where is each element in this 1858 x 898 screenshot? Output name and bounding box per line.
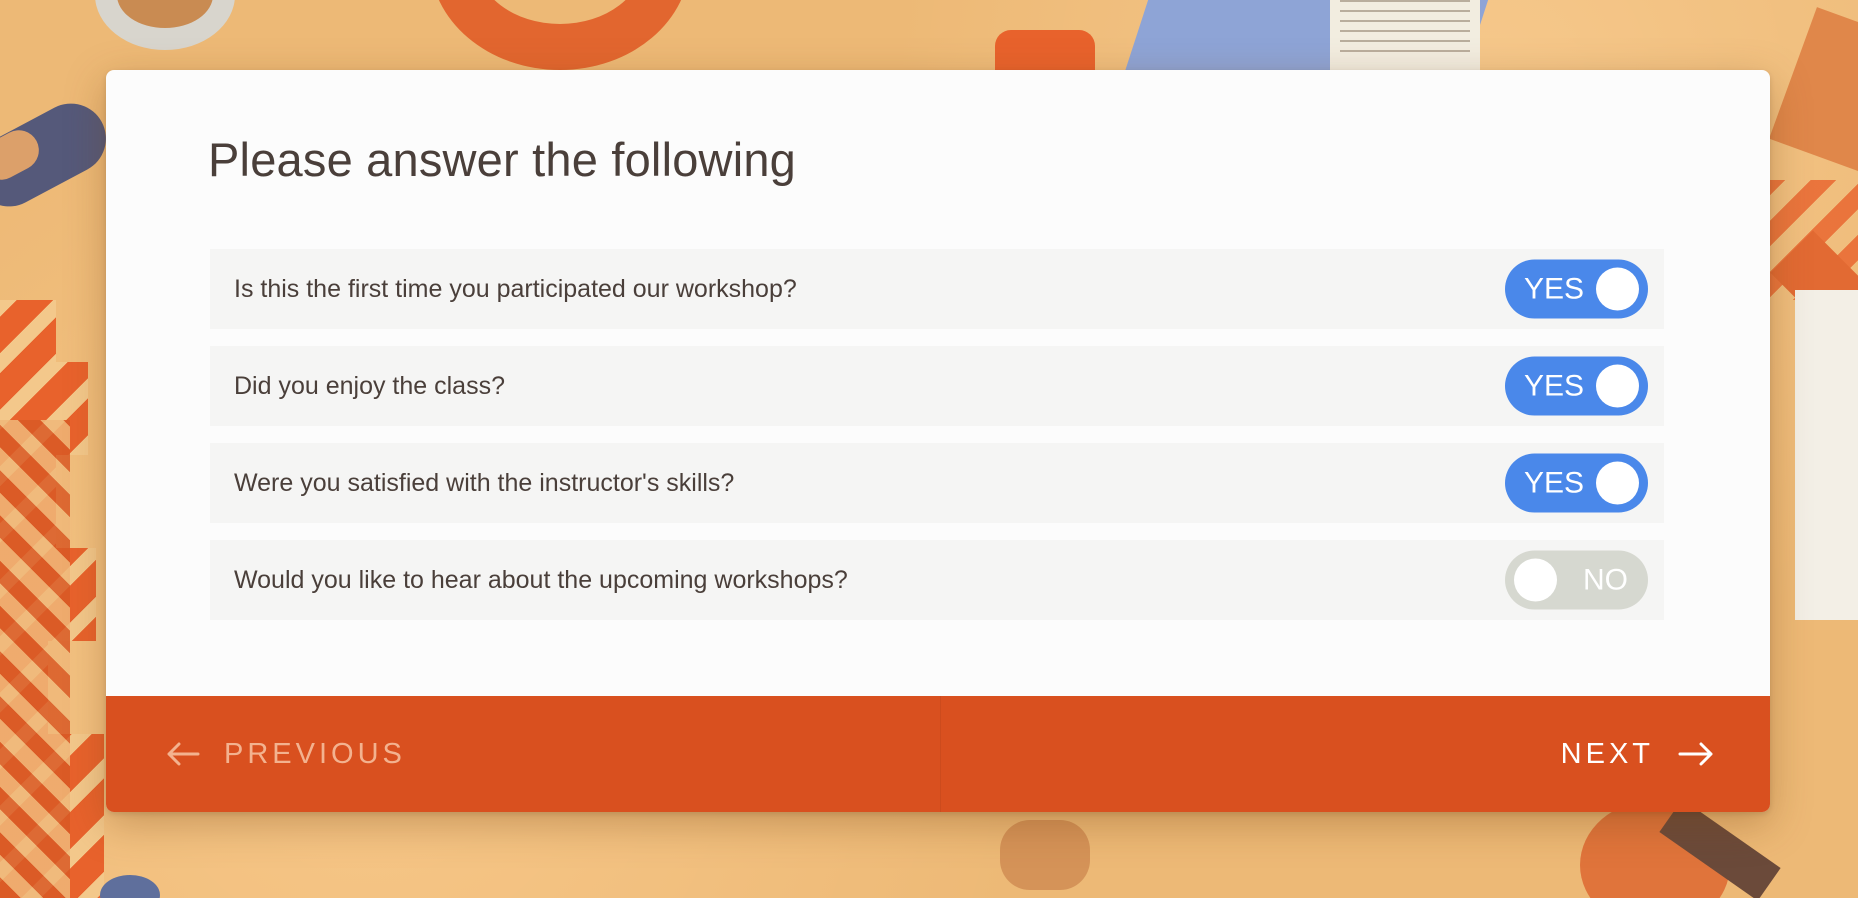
previous-label: PREVIOUS [224,737,406,770]
decorative-circle-bottom [100,875,160,898]
enjoy-class-toggle[interactable]: YES [1505,356,1648,416]
decorative-book-text [1340,0,1470,60]
toggle-knob [1596,461,1639,505]
instructor-skills-toggle[interactable]: YES [1505,453,1648,513]
decorative-ring [430,0,690,70]
previous-button[interactable]: PREVIOUS [106,696,941,812]
question-label: Were you satisfied with the instructor's… [234,468,735,497]
decorative-panel-right [1795,290,1858,620]
question-label: Did you enjoy the class? [234,371,505,400]
toggle-knob [1596,267,1639,311]
next-button[interactable]: NEXT [941,696,1771,812]
question-row: Were you satisfied with the instructor's… [210,443,1664,523]
question-row: Is this the first time you participated … [210,249,1664,329]
decorative-pattern-left-inner [0,420,70,898]
toggle-state-label: YES [1524,272,1585,305]
toggle-state-label: NO [1583,563,1628,596]
question-row: Did you enjoy the class? YES [210,346,1664,426]
question-label: Is this the first time you participated … [234,274,797,303]
survey-card: Please answer the following Is this the … [106,70,1770,812]
question-list: Is this the first time you participated … [210,249,1664,637]
decorative-block-right [1769,7,1858,173]
decorative-shape-bottom [1000,820,1090,890]
toggle-knob [1596,364,1639,408]
page-title: Please answer the following [208,133,797,186]
question-row: Would you like to hear about the upcomin… [210,540,1664,620]
question-label: Would you like to hear about the upcomin… [234,565,848,594]
toggle-knob [1514,558,1557,602]
navigation-bar: PREVIOUS NEXT [106,696,1770,812]
toggle-state-label: YES [1524,369,1585,402]
next-label: NEXT [1560,737,1654,770]
arrow-left-icon [166,742,200,766]
upcoming-workshops-toggle[interactable]: NO [1505,550,1648,610]
toggle-state-label: YES [1524,466,1585,499]
first-time-toggle[interactable]: YES [1505,259,1648,319]
arrow-right-icon [1678,742,1714,766]
decorative-tape-roll [95,0,235,50]
